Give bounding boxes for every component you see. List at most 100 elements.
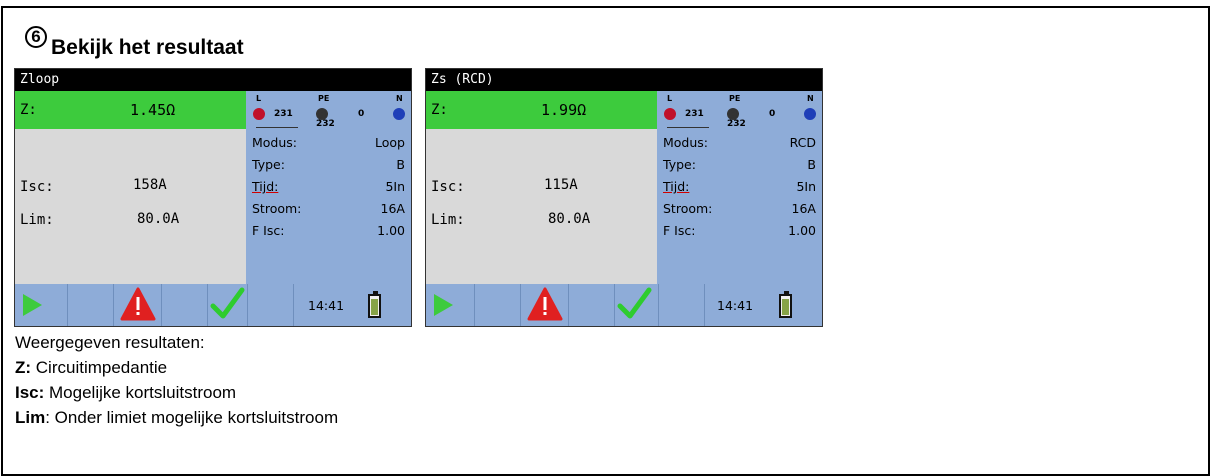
bottom-toolbar: 14:41 <box>426 284 822 326</box>
param-key: Tijd: <box>663 179 690 194</box>
warning-indicator <box>520 284 568 326</box>
param-key: Modus: <box>663 135 709 150</box>
play-icon <box>434 294 453 316</box>
checkmark-icon <box>210 287 245 319</box>
result-definition: Z: Circuitimpedantie <box>15 358 167 378</box>
terminal-n-icon <box>804 108 816 120</box>
start-button[interactable] <box>15 284 67 326</box>
param-value: 5In <box>385 179 405 194</box>
warning-icon <box>120 287 156 321</box>
toolbar-cell <box>247 284 293 326</box>
voltage-pe-n: 0 <box>769 109 776 119</box>
terminal-status: L PE N 231 0 232 <box>657 91 822 129</box>
play-icon <box>23 294 42 316</box>
battery-icon <box>368 291 381 318</box>
param-key: Type: <box>663 157 696 172</box>
definition-term: Z: <box>15 358 32 377</box>
toolbar-cell <box>658 284 704 326</box>
definition-text: : Onder limiet mogelijke kortsluitstroom <box>45 408 339 427</box>
voltage-l-n: 232 <box>316 119 335 129</box>
clock-time: 14:41 <box>717 298 754 313</box>
screen-title: Zloop <box>15 69 411 91</box>
toolbar-cell <box>474 284 520 326</box>
terminal-pe-label: PE <box>318 94 330 103</box>
warning-icon <box>527 287 563 321</box>
param-value: B <box>807 157 816 172</box>
terminal-divider <box>667 127 709 128</box>
instrument-screen-zs-rcd: Zs (RCD) Z: 1.99Ω L PE N 231 0 232 Isc: … <box>425 68 823 327</box>
param-value: 16A <box>791 201 816 216</box>
param-value: B <box>396 157 405 172</box>
terminal-pe-label: PE <box>729 94 741 103</box>
bottom-toolbar: 14:41 <box>15 284 411 326</box>
step-number-badge: 6 <box>25 26 47 48</box>
param-key: F Isc: <box>663 223 696 238</box>
parameters-panel: Modus: RCD Type: B Tijd: 5In Stroom: 16A… <box>657 129 822 284</box>
result-area: Isc: 115A Lim: 80.0A <box>426 129 657 284</box>
param-key: Tijd: <box>252 179 279 194</box>
toolbar-cell <box>67 284 113 326</box>
terminal-n-label: N <box>396 94 403 103</box>
param-key: F Isc: <box>252 223 285 238</box>
param-row: Modus: RCD <box>663 135 816 155</box>
isc-value: 115A <box>544 177 578 193</box>
terminal-divider <box>256 127 298 128</box>
result-definition: Isc: Mogelijke kortsluitstroom <box>15 383 236 403</box>
z-label: Z: <box>20 102 37 118</box>
screen-title: Zs (RCD) <box>426 69 822 91</box>
param-value: 1.00 <box>377 223 405 238</box>
lim-label: Lim: <box>20 212 54 228</box>
battery-level <box>371 299 378 315</box>
lim-label: Lim: <box>431 212 465 228</box>
lim-value: 80.0A <box>548 211 591 227</box>
param-row: Modus: Loop <box>252 135 405 155</box>
pass-indicator <box>614 284 658 326</box>
voltage-pe-n: 0 <box>358 109 365 119</box>
results-intro: Weergegeven resultaten: <box>15 333 205 352</box>
checkmark-icon <box>617 287 652 319</box>
isc-value: 158A <box>133 177 167 193</box>
toolbar-cell <box>161 284 207 326</box>
voltage-l-pe: 231 <box>274 109 293 119</box>
step-heading: Bekijk het resultaat <box>51 36 244 59</box>
param-row: Tijd: 5In <box>252 179 405 199</box>
param-value: RCD <box>789 135 816 150</box>
param-row: F Isc: 1.00 <box>252 223 405 243</box>
isc-label: Isc: <box>20 179 54 195</box>
z-result-row: Z: 1.99Ω <box>426 91 657 129</box>
status-cell: 14:41 <box>293 284 411 326</box>
param-key: Stroom: <box>252 201 302 216</box>
pass-indicator <box>207 284 247 326</box>
terminal-l-icon <box>664 108 676 120</box>
param-value: 16A <box>380 201 405 216</box>
param-value: Loop <box>375 135 405 150</box>
definition-text: Circuitimpedantie <box>31 358 168 377</box>
voltage-l-n: 232 <box>727 119 746 129</box>
terminal-l-label: L <box>256 94 262 103</box>
battery-level <box>782 299 789 315</box>
param-row: Tijd: 5In <box>663 179 816 199</box>
isc-label: Isc: <box>431 179 465 195</box>
battery-cap <box>373 291 378 294</box>
terminal-l-icon <box>253 108 265 120</box>
instrument-screen-zloop: Zloop Z: 1.45Ω L PE N 231 0 232 Isc: 158… <box>14 68 412 327</box>
param-row: Stroom: 16A <box>663 201 816 221</box>
definition-text: Mogelijke kortsluitstroom <box>44 383 237 402</box>
terminal-status: L PE N 231 0 232 <box>246 91 411 129</box>
z-value: 1.45Ω <box>130 101 176 119</box>
z-result-row: Z: 1.45Ω <box>15 91 246 129</box>
param-key: Type: <box>252 157 285 172</box>
lim-value: 80.0A <box>137 211 180 227</box>
warning-indicator <box>113 284 161 326</box>
definition-term: Lim <box>15 408 46 427</box>
result-definition: Lim: Onder limiet mogelijke kortsluitstr… <box>15 408 338 428</box>
result-area: Isc: 158A Lim: 80.0A <box>15 129 246 284</box>
param-row: F Isc: 1.00 <box>663 223 816 243</box>
clock-time: 14:41 <box>308 298 345 313</box>
terminal-n-label: N <box>807 94 814 103</box>
start-button[interactable] <box>426 284 474 326</box>
param-key: Modus: <box>252 135 298 150</box>
param-row: Stroom: 16A <box>252 201 405 221</box>
terminal-l-label: L <box>667 94 673 103</box>
definition-term: Isc: <box>15 383 45 402</box>
